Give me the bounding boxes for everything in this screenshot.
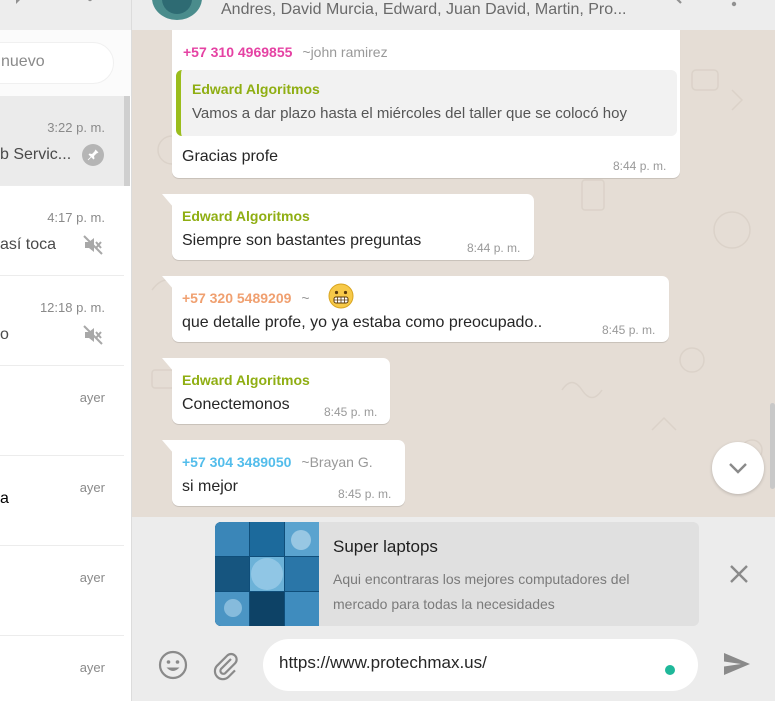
chat-list-item[interactable]: ayer — [0, 546, 124, 636]
search-icon[interactable] — [660, 0, 684, 10]
sender-alias: ~ — [301, 290, 310, 306]
message-time: 8:44 p. m. — [613, 159, 667, 173]
chat-time: ayer — [79, 390, 105, 405]
send-button[interactable] — [721, 648, 753, 680]
chevron-down-icon — [729, 463, 747, 474]
sender-alias: ~john ramirez — [302, 44, 388, 60]
sidebar-header — [0, 0, 131, 30]
menu-icon[interactable] — [722, 0, 746, 10]
chat-time: 12:18 p. m. — [39, 300, 105, 315]
message-time: 8:44 p. m. — [467, 241, 521, 255]
quoted-text: Vamos a dar plazo hasta el miércoles del… — [192, 105, 627, 122]
search-box[interactable] — [0, 42, 114, 84]
pin-icon — [82, 144, 104, 166]
message-sender[interactable]: +57 320 5489209 ~ — [182, 290, 310, 306]
message-bubble[interactable]: Edward Algoritmos Siempre son bastantes … — [172, 194, 534, 260]
chat-time: ayer — [79, 480, 105, 495]
sender-phone[interactable]: +57 310 4969855 — [183, 44, 292, 60]
message-bubble[interactable]: +57 304 3489050 ~Brayan G. si mejor 8:45 … — [172, 440, 405, 506]
link-preview-description: Aqui encontraras los mejores computadore… — [333, 571, 630, 612]
message-bubble[interactable]: Edward Algoritmos Conectemonos 8:45 p. m… — [172, 358, 390, 424]
chat-time: ayer — [79, 660, 105, 675]
muted-icon — [82, 234, 104, 256]
message-text: Conectemonos — [182, 396, 290, 413]
smiley-icon — [158, 650, 188, 680]
search-input[interactable] — [0, 53, 101, 71]
paperclip-icon — [213, 652, 238, 681]
message-sender[interactable]: Edward Algoritmos — [182, 372, 310, 388]
close-icon — [730, 565, 748, 583]
quoted-message[interactable]: Edward Algoritmos Vamos a dar plazo hast… — [176, 70, 677, 136]
link-preview-title: Super laptops — [333, 537, 438, 556]
message-scrollbar[interactable] — [770, 403, 775, 489]
conversation-header[interactable]: Andres, David Murcia, Edward, Juan David… — [132, 0, 775, 30]
menu-icon[interactable] — [78, 0, 102, 10]
message-bubble[interactable]: +57 320 5489209 ~ que detalle profe, yo y… — [172, 276, 669, 342]
bubble-tail — [162, 194, 174, 208]
message-text: que detalle profe, yo ya estaba como pre… — [182, 314, 543, 331]
scroll-to-bottom-button[interactable] — [712, 442, 764, 494]
bubble-tail — [162, 358, 174, 372]
chat-time: ayer — [79, 570, 105, 585]
chat-list-item[interactable]: 4:17 p. m. así toca — [0, 186, 124, 276]
conversation-panel: Andres, David Murcia, Edward, Juan David… — [132, 0, 775, 701]
grimacing-face-emoji — [328, 283, 354, 309]
search-area — [0, 30, 131, 96]
attach-button[interactable] — [209, 649, 241, 681]
chat-list-item[interactable]: ayer a — [0, 456, 124, 546]
chat-list-item[interactable]: ayer — [0, 636, 124, 701]
quoted-sender: Edward Algoritmos — [192, 81, 320, 97]
chat-list-item[interactable]: 3:22 p. m. b Servic... — [0, 96, 124, 186]
sender-alias: ~Brayan G. — [301, 454, 373, 470]
chat-preview: o — [0, 326, 9, 343]
sender-phone[interactable]: +57 320 5489209 — [182, 290, 291, 306]
message-time: 8:45 p. m. — [602, 323, 656, 337]
close-preview-button[interactable] — [726, 561, 752, 587]
avatar[interactable] — [152, 0, 202, 20]
message-text: Gracias profe — [182, 148, 279, 165]
chat-time: 4:17 p. m. — [47, 210, 105, 225]
status-dot — [665, 665, 675, 675]
chat-list: 3:22 p. m. b Servic... 4:17 p. m. así to… — [0, 96, 124, 701]
composer-area: Super laptops Aqui encontraras los mejor… — [132, 517, 775, 701]
message-input-text[interactable]: https://www.protechmax.us/ — [279, 653, 487, 673]
chat-list-item[interactable]: ayer — [0, 366, 124, 456]
chat-icon[interactable] — [14, 0, 38, 10]
link-preview-thumbnail — [215, 522, 319, 626]
message-time: 8:45 p. m. — [338, 487, 392, 501]
message-bubble[interactable]: +57 310 4969855 ~john ramirez Edward Algo… — [172, 30, 680, 178]
link-preview[interactable]: Super laptops Aqui encontraras los mejor… — [215, 522, 699, 626]
message-text: Siempre son bastantes preguntas — [182, 232, 422, 249]
chat-preview: b Servic... — [0, 146, 72, 163]
sidebar-scrollbar[interactable] — [124, 96, 130, 186]
message-time: 8:45 p. m. — [324, 405, 378, 419]
message-area[interactable]: +57 310 4969855 ~john ramirez Edward Algo… — [132, 30, 775, 517]
chat-name: a — [0, 490, 9, 507]
group-members: Andres, David Murcia, Edward, Juan David… — [221, 1, 627, 18]
sender-phone[interactable]: +57 304 3489050 — [182, 454, 291, 470]
send-icon — [724, 653, 750, 675]
chat-list-item[interactable]: 12:18 p. m. o — [0, 276, 124, 366]
message-input[interactable]: https://www.protechmax.us/ — [263, 639, 698, 691]
muted-icon — [82, 324, 104, 346]
bubble-tail — [162, 276, 174, 290]
message-sender[interactable]: Edward Algoritmos — [182, 208, 310, 224]
message-text: si mejor — [182, 478, 239, 495]
bubble-tail — [162, 440, 174, 454]
chat-time: 3:22 p. m. — [47, 120, 105, 135]
message-sender[interactable]: +57 304 3489050 ~Brayan G. — [182, 454, 373, 470]
emoji-button[interactable] — [157, 649, 189, 681]
chat-list-panel: 3:22 p. m. b Servic... 4:17 p. m. así to… — [0, 0, 132, 701]
chat-preview: así toca — [0, 236, 57, 253]
message-sender[interactable]: +57 310 4969855 ~john ramirez — [183, 44, 388, 60]
